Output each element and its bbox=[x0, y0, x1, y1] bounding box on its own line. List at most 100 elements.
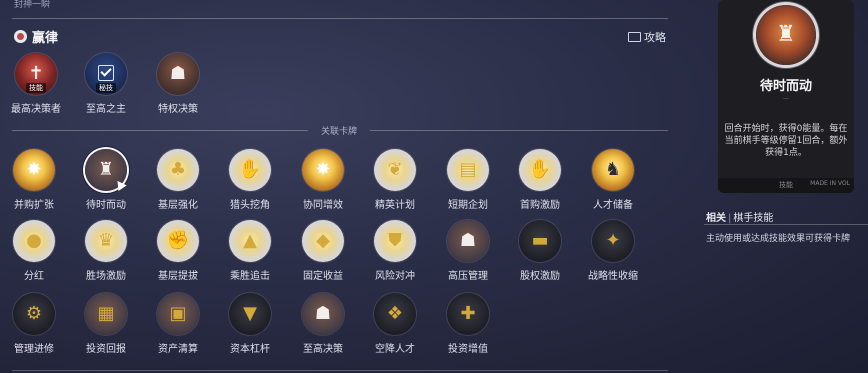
card-disc: ▲ bbox=[229, 220, 271, 262]
card-item[interactable]: ✋ 猎头挖角 bbox=[214, 149, 286, 211]
card-item[interactable]: ▬ 股权激励 bbox=[504, 220, 576, 282]
featured-card[interactable]: ✝ 技能 最高决策者 bbox=[0, 53, 72, 115]
card-item[interactable]: ✦ 战略性收缩 bbox=[577, 220, 649, 282]
card-item[interactable]: ❖ 空降人才 bbox=[359, 293, 431, 355]
portrait-icon: ☗ bbox=[314, 303, 332, 324]
card-item[interactable]: ✸ 并购扩张 bbox=[0, 149, 70, 211]
card-label: 乘胜追击 bbox=[230, 271, 270, 282]
card-item[interactable]: ♞ 人才储备 bbox=[577, 149, 649, 211]
card-item[interactable]: ● 分红 bbox=[0, 220, 70, 282]
portrait-icon: ☗ bbox=[169, 63, 187, 84]
card-disc: ⛊ bbox=[374, 220, 416, 262]
card-disc: ▦ bbox=[85, 293, 127, 335]
card-label: 至高决策 bbox=[303, 344, 343, 355]
detail-footer-mark: MADE IN VOL bbox=[810, 180, 850, 187]
card-label: 胜场激励 bbox=[86, 271, 126, 282]
card-disc: ✊ bbox=[157, 220, 199, 262]
card-item[interactable]: ✋ 首购激励 bbox=[504, 149, 576, 211]
bottom-divider bbox=[12, 370, 668, 371]
card-label: 基层强化 bbox=[158, 200, 198, 211]
card-item[interactable]: ✚ 投资增值 bbox=[432, 293, 504, 355]
shadow-icon: ☗ bbox=[459, 230, 477, 251]
card-disc: ▬ bbox=[519, 220, 561, 262]
related-separator: | bbox=[728, 213, 732, 224]
detail-portrait: ♜ bbox=[756, 5, 816, 65]
figure-icon: ♜ bbox=[776, 22, 796, 47]
card-item[interactable]: ⚙ 管理进修 bbox=[0, 293, 70, 355]
detail-footer: 技能 MADE IN VOL bbox=[718, 178, 854, 193]
leaf-icon: ❦ bbox=[387, 159, 403, 180]
card-item[interactable]: ✊ 基层提拔 bbox=[142, 220, 214, 282]
related-description: 主动使用或达成技能效果可获得卡牌 bbox=[706, 234, 851, 244]
helmet-icon: ▼ bbox=[243, 303, 257, 324]
card-item[interactable]: ♜ 待时而动 bbox=[70, 149, 142, 211]
card-item[interactable]: ♣ 基层强化 bbox=[142, 149, 214, 211]
card-label: 投资增值 bbox=[448, 344, 488, 355]
card-tag: 技能 bbox=[26, 83, 46, 93]
gear-icon: ⚙ bbox=[25, 303, 43, 324]
detail-title: 待时而动 bbox=[759, 79, 812, 94]
card-label: 人才储备 bbox=[593, 200, 633, 211]
strategy-label: 攻略 bbox=[644, 31, 666, 44]
card-item[interactable]: ▣ 资产清算 bbox=[142, 293, 214, 355]
card-label: 资本杠杆 bbox=[230, 344, 270, 355]
card-item[interactable]: ☗ 高压管理 bbox=[432, 220, 504, 282]
card-label: 特权决策 bbox=[158, 104, 198, 115]
card-item[interactable]: ♛ 胜场激励 bbox=[70, 220, 142, 282]
card-detail-panel: ♜ 待时而动 — 回合开始时，获得0能量。每在当前棋手等级停留1回合，额外获得1… bbox=[718, 0, 854, 193]
card-disc: 秘技 bbox=[85, 53, 127, 95]
card-disc: ♜ bbox=[85, 149, 127, 192]
related-heading: 相关 | 棋手技能 bbox=[706, 209, 773, 224]
card-disc: ● bbox=[13, 220, 55, 262]
card-item[interactable]: ◆ 固定收益 bbox=[287, 220, 359, 282]
card-disc: ✦ bbox=[592, 220, 634, 262]
breadcrumb: 封神一瞬 bbox=[14, 0, 51, 10]
card-item[interactable]: ▲ 乘胜追击 bbox=[214, 220, 286, 282]
card-disc: ❖ bbox=[374, 293, 416, 335]
strategy-button[interactable]: 攻略 bbox=[628, 29, 666, 45]
related-cards-label: 关联卡牌 bbox=[320, 127, 357, 137]
burst-icon: ✸ bbox=[315, 159, 331, 180]
card-disc: ♞ bbox=[592, 149, 634, 191]
related-value: 棋手技能 bbox=[733, 213, 774, 224]
card-disc: ▤ bbox=[447, 149, 489, 191]
claw-icon: ✋ bbox=[238, 159, 262, 180]
related-label: 相关 bbox=[706, 213, 726, 224]
card-disc: ▣ bbox=[157, 293, 199, 335]
featured-card[interactable]: ☗ 特权决策 bbox=[142, 53, 214, 115]
sword-icon: ✝ bbox=[28, 63, 44, 84]
bag-icon: ◆ bbox=[316, 230, 330, 251]
card-item[interactable]: ▼ 资本杠杆 bbox=[214, 293, 286, 355]
chess-icon: ♞ bbox=[604, 159, 622, 180]
card-disc: ☗ bbox=[157, 53, 199, 95]
scroll-icon: ▣ bbox=[169, 303, 187, 324]
coin-icon: ● bbox=[26, 230, 42, 251]
card-label: 分红 bbox=[24, 271, 44, 282]
card-label: 固定收益 bbox=[303, 271, 343, 282]
drop-icon: ❖ bbox=[386, 303, 404, 324]
chart-icon: ▦ bbox=[97, 303, 115, 324]
checkbox-icon bbox=[98, 65, 114, 81]
card-item[interactable]: ☗ 至高决策 bbox=[287, 293, 359, 355]
section-divider-right bbox=[370, 130, 668, 131]
card-item[interactable]: ❦ 精英计划 bbox=[359, 149, 431, 211]
card-item[interactable]: ▦ 投资回报 bbox=[70, 293, 142, 355]
card-disc: ☗ bbox=[447, 220, 489, 262]
card-label: 协同增效 bbox=[303, 200, 343, 211]
card-disc: ✸ bbox=[302, 149, 344, 191]
card-label: 战略性收缩 bbox=[588, 271, 638, 282]
card-label: 基层提拔 bbox=[158, 271, 198, 282]
section-title: 赢律 bbox=[32, 31, 59, 46]
burst-icon: ✸ bbox=[26, 159, 42, 180]
card-label: 投资回报 bbox=[86, 344, 126, 355]
card-label: 空降人才 bbox=[375, 344, 415, 355]
featured-card[interactable]: 秘技 至高之主 bbox=[70, 53, 142, 115]
card-item[interactable]: ▤ 短期企划 bbox=[432, 149, 504, 211]
figure-icon: ♜ bbox=[97, 159, 115, 180]
card-item[interactable]: ⛊ 风险对冲 bbox=[359, 220, 431, 282]
card-label: 待时而动 bbox=[86, 200, 126, 211]
card-item[interactable]: ✸ 协同增效 bbox=[287, 149, 359, 211]
section-header: 赢律 bbox=[14, 27, 58, 46]
mask-icon: ♣ bbox=[169, 159, 187, 180]
detail-description: 回合开始时，获得0能量。每在当前棋手等级停留1回合，额外获得1点。 bbox=[724, 124, 848, 158]
